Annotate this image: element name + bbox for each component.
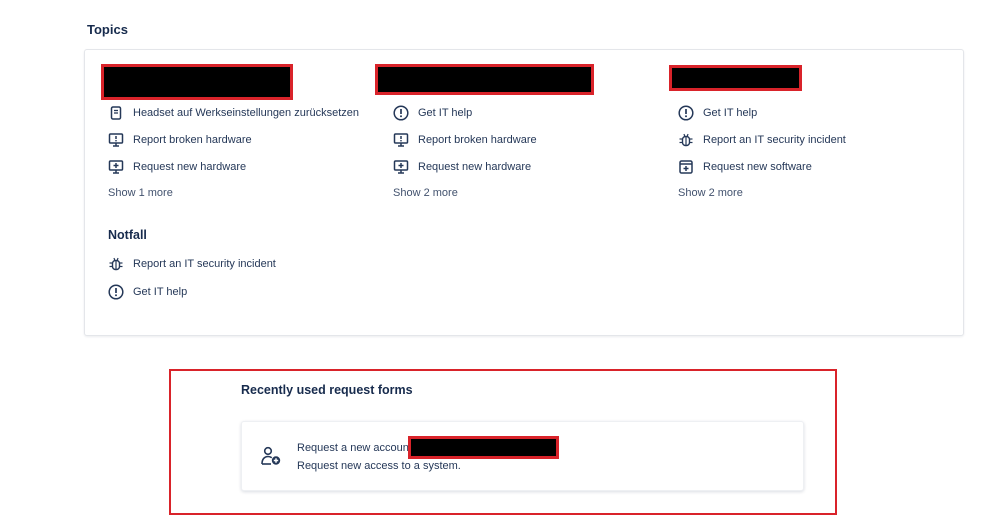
- topic-item-get-it-help[interactable]: Get IT help: [393, 103, 472, 123]
- topic-item-get-it-help[interactable]: Get IT help: [678, 103, 757, 123]
- show-more-link[interactable]: Show 2 more: [393, 187, 458, 199]
- topic-item-request-new-hardware[interactable]: Request new hardware: [108, 157, 246, 177]
- topic-item-label: Request new hardware: [418, 161, 532, 173]
- monitor-icon: [393, 132, 409, 148]
- topic-item-request-new-software[interactable]: Request new software: [678, 157, 812, 177]
- topic-item-report-broken-hardware[interactable]: Report broken hardware: [108, 130, 252, 150]
- topic-item-headset-reset[interactable]: Headset auf Werkseinstellungen zurückset…: [108, 103, 359, 123]
- redacted-form-detail: [408, 436, 559, 459]
- redacted-category-title-2: [375, 64, 594, 95]
- window-plus-icon: [678, 159, 694, 175]
- bug-icon: [108, 256, 124, 272]
- show-more-link[interactable]: Show 1 more: [108, 187, 173, 199]
- redacted-category-title-1: [101, 64, 293, 100]
- recent-form-name[interactable]: Request a new account: [297, 442, 412, 454]
- topic-item-report-security-incident[interactable]: Report an IT security incident: [678, 130, 846, 150]
- topic-item-label: Report an IT security incident: [703, 134, 846, 146]
- topic-item-label: Get IT help: [418, 107, 473, 119]
- exclamation-circle-icon: [678, 105, 694, 121]
- topic-item-label: Request new software: [703, 161, 812, 173]
- bug-icon: [678, 132, 694, 148]
- topic-item-label: Report an IT security incident: [133, 258, 276, 270]
- show-more-link[interactable]: Show 2 more: [678, 187, 743, 199]
- topic-item-label: Report broken hardware: [133, 134, 252, 146]
- topic-item-label: Get IT help: [703, 107, 758, 119]
- topic-item-request-new-hardware[interactable]: Request new hardware: [393, 157, 531, 177]
- notfall-item-get-it-help[interactable]: Get IT help: [108, 282, 187, 302]
- document-icon: [108, 105, 124, 121]
- exclamation-circle-icon: [108, 284, 124, 300]
- topic-item-label: Report broken hardware: [418, 134, 537, 146]
- notfall-item-report-security-incident[interactable]: Report an IT security incident: [108, 254, 276, 274]
- topic-item-label: Request new hardware: [133, 161, 247, 173]
- recent-forms-title: Recently used request forms: [241, 383, 413, 397]
- monitor-icon: [108, 132, 124, 148]
- monitor-plus-icon: [108, 159, 124, 175]
- person-add-icon: [259, 444, 283, 468]
- exclamation-circle-icon: [393, 105, 409, 121]
- topic-item-report-broken-hardware[interactable]: Report broken hardware: [393, 130, 537, 150]
- notfall-title: Notfall: [108, 228, 147, 242]
- topics-heading: Topics: [87, 22, 128, 37]
- recent-form-description: Request new access to a system.: [297, 460, 461, 472]
- topic-item-label: Headset auf Werkseinstellungen zurückset…: [133, 107, 360, 119]
- topic-item-label: Get IT help: [133, 286, 188, 298]
- redacted-category-title-3: [669, 65, 802, 91]
- monitor-plus-icon: [393, 159, 409, 175]
